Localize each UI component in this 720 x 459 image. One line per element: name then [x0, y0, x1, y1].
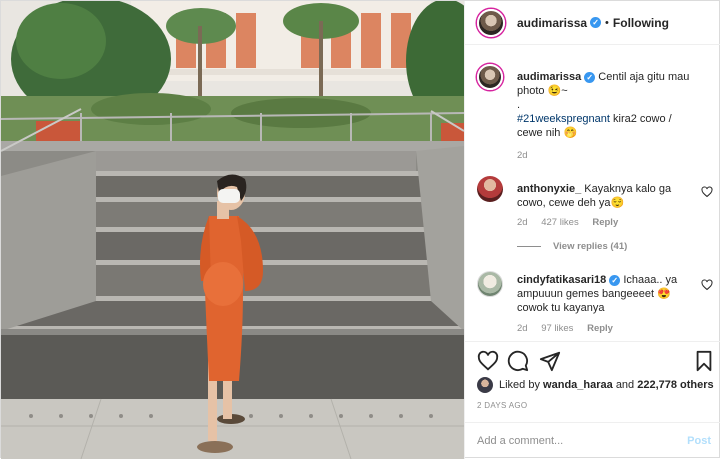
reply-button[interactable]: Reply — [592, 217, 618, 228]
liker-username[interactable]: wanda_haraa — [543, 379, 613, 391]
verified-icon: ✓ — [584, 72, 596, 83]
verified-icon: ✓ — [590, 17, 602, 28]
likes-count[interactable]: 222,778 others — [637, 379, 713, 391]
comment-item: anthonyxie_ Kayaknya kalo ga cowo, cewe … — [477, 176, 713, 256]
caption: audimarissa ✓ Centil aja gitu mau photo 😉… — [477, 64, 713, 164]
add-comment-input[interactable]: Add a comment... — [477, 435, 563, 447]
likes-and-label: and — [615, 379, 635, 391]
like-comment-heart-icon[interactable] — [701, 186, 713, 198]
comment-username[interactable]: cindyfatikasari18 — [517, 274, 606, 286]
post-dialog: audimarissa ✓ • Following audimarissa ✓ C… — [0, 0, 720, 459]
caption-avatar[interactable] — [477, 64, 503, 90]
bookmark-icon[interactable] — [693, 350, 715, 372]
header-separator: • — [605, 16, 609, 29]
action-bar — [465, 341, 720, 381]
comment-item: cindyfatikasari18 ✓ Ichaaa.. ya ampuuun g… — [477, 271, 713, 341]
comments-list[interactable]: audimarissa ✓ Centil aja gitu mau photo 😉… — [465, 46, 720, 341]
comment-likes[interactable]: 97 likes — [541, 323, 573, 334]
post-timestamp[interactable]: 2 DAYS AGO — [477, 401, 527, 410]
caption-text-2: . — [517, 99, 521, 111]
reply-button[interactable]: Reply — [587, 323, 613, 334]
header-username[interactable]: audimarissa — [517, 16, 587, 30]
photo-scene — [1, 1, 464, 459]
caption-hashtag[interactable]: #21weekspregnant — [517, 113, 610, 125]
verified-icon: ✓ — [609, 275, 621, 286]
liker-avatar[interactable] — [477, 377, 493, 393]
add-comment-bar: Add a comment... Post — [465, 422, 720, 459]
share-icon[interactable] — [539, 350, 561, 372]
post-comment-button[interactable]: Post — [687, 435, 711, 447]
comment-meta: 2d 427 likes Reply — [517, 217, 629, 228]
caption-meta: 2d — [517, 150, 539, 161]
commenter-avatar[interactable] — [477, 176, 503, 202]
commenter-avatar[interactable] — [477, 271, 503, 297]
caption-time[interactable]: 2d — [517, 150, 528, 161]
comment-icon[interactable] — [507, 350, 529, 372]
comment-username[interactable]: anthonyxie_ — [517, 183, 581, 195]
avatar[interactable] — [477, 8, 505, 37]
comment-time[interactable]: 2d — [517, 323, 528, 334]
caption-username[interactable]: audimarissa — [517, 71, 581, 83]
liked-by-label: Liked by — [499, 379, 540, 391]
comment-likes[interactable]: 427 likes — [541, 217, 579, 228]
post-header: audimarissa ✓ • Following — [465, 1, 720, 45]
post-photo[interactable] — [1, 1, 464, 459]
like-comment-heart-icon[interactable] — [701, 279, 713, 291]
comment-time[interactable]: 2d — [517, 217, 528, 228]
following-button[interactable]: Following — [613, 16, 669, 30]
post-side-panel: audimarissa ✓ • Following audimarissa ✓ C… — [464, 1, 720, 459]
comment-meta: 2d 97 likes Reply — [517, 323, 624, 334]
likes-summary: Liked by wanda_haraa and 222,778 others — [477, 377, 714, 393]
heart-icon[interactable] — [477, 350, 499, 372]
view-replies-button[interactable]: View replies (41) — [517, 241, 627, 252]
